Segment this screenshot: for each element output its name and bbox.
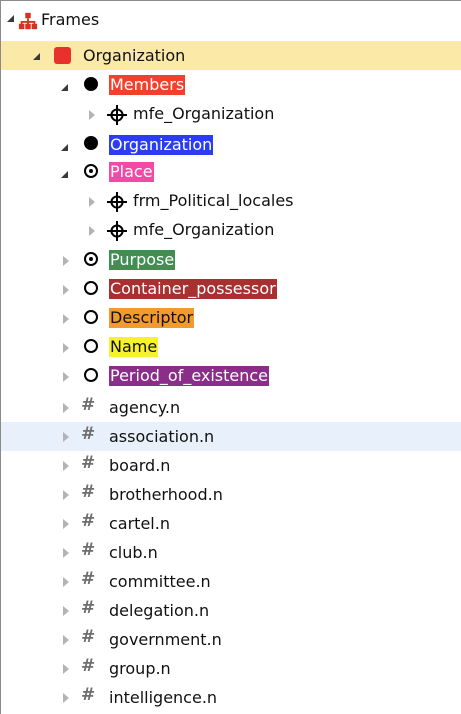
tree-node-lexical-unit[interactable]: # board.n — [1, 451, 461, 480]
tree-node-label: Organization — [83, 46, 186, 65]
tree-node-label: club.n — [109, 543, 158, 562]
tree-node-lexical-unit[interactable]: # agency.n — [1, 393, 461, 422]
expand-toggle[interactable] — [63, 403, 69, 413]
hash-icon: # — [81, 482, 96, 502]
expand-toggle[interactable] — [63, 635, 69, 645]
hollow-circle-icon — [84, 339, 98, 353]
hash-icon: # — [81, 685, 96, 705]
hash-icon: # — [81, 569, 96, 589]
tree-node-label: Organization — [109, 135, 214, 155]
tree-node-label: Members — [109, 75, 186, 95]
hash-icon: # — [81, 627, 96, 647]
tree-node-lexical-unit[interactable]: # intelligence.n — [1, 683, 461, 712]
tree-node-lexical-unit[interactable]: # committee.n — [1, 567, 461, 596]
tree-node-lexical-unit[interactable]: # group.n — [1, 654, 461, 683]
expand-toggle[interactable] — [63, 577, 69, 587]
expand-toggle[interactable] — [63, 693, 69, 703]
tree-node-label: committee.n — [109, 572, 211, 591]
tree-node-purpose[interactable]: Purpose — [1, 246, 461, 275]
tree-node-label: cartel.n — [109, 514, 170, 533]
tree-node-frm-political-locales[interactable]: frm_Political_locales — [1, 187, 461, 216]
tree-node-label: Purpose — [109, 250, 176, 270]
tree-node-label: frm_Political_locales — [133, 191, 294, 210]
tree-node-container-possessor[interactable]: Container_possessor — [1, 275, 461, 304]
expand-toggle[interactable] — [63, 432, 69, 442]
tree-node-place[interactable]: Place — [1, 158, 461, 187]
expand-toggle[interactable] — [33, 53, 40, 60]
tree-node-label: brotherhood.n — [109, 485, 223, 504]
tree-node-label: Place — [109, 162, 154, 182]
expand-toggle[interactable] — [63, 256, 69, 266]
hash-icon: # — [81, 656, 96, 676]
tree-node-descriptor[interactable]: Descriptor — [1, 304, 461, 333]
expand-toggle[interactable] — [63, 372, 69, 382]
expand-toggle[interactable] — [63, 490, 69, 500]
tree-node-label: Frames — [41, 10, 100, 29]
expand-toggle[interactable] — [63, 461, 69, 471]
filled-circle-icon — [84, 77, 98, 91]
tree-node-label: delegation.n — [109, 601, 210, 620]
tree-node-label: association.n — [109, 427, 215, 446]
tree-node-label: Container_possessor — [109, 279, 277, 299]
tree-node-lexical-unit[interactable]: # government.n — [1, 625, 461, 654]
tree-node-label: agency.n — [109, 398, 181, 417]
crosshair-icon — [107, 105, 127, 125]
tree-node-label: government.n — [109, 630, 222, 649]
tree-node-members[interactable]: Members — [1, 71, 461, 100]
expand-toggle[interactable] — [63, 606, 69, 616]
tree-node-label: mfe_Organization — [133, 220, 275, 239]
tree-node-lexical-unit[interactable]: # club.n — [1, 538, 461, 567]
circle-dot-icon — [84, 252, 98, 266]
hash-icon: # — [81, 511, 96, 531]
hash-icon: # — [81, 540, 96, 560]
hash-icon: # — [81, 395, 96, 415]
tree-node-label: mfe_Organization — [133, 104, 275, 123]
tree-node-name[interactable]: Name — [1, 333, 461, 362]
tree-node-mfe-organization[interactable]: mfe_Organization — [1, 216, 461, 245]
expand-toggle[interactable] — [63, 314, 69, 324]
tree-node-organization-element[interactable]: Organization — [1, 130, 461, 159]
tree-node-label: group.n — [109, 659, 171, 678]
crosshair-icon — [107, 221, 127, 241]
tree-node-lexical-unit[interactable]: # brotherhood.n — [1, 480, 461, 509]
expand-toggle[interactable] — [63, 343, 69, 353]
expand-toggle[interactable] — [89, 226, 95, 236]
tree-node-label: intelligence.n — [109, 688, 218, 707]
tree-node-label: board.n — [109, 456, 171, 475]
hollow-circle-icon — [84, 310, 98, 324]
tree-node-mfe-organization[interactable]: mfe_Organization — [1, 100, 461, 129]
expand-toggle[interactable] — [89, 197, 95, 207]
tree-node-period-of-existence[interactable]: Period_of_existence — [1, 362, 461, 391]
tree-node-lexical-unit[interactable]: # cartel.n — [1, 509, 461, 538]
expand-toggle[interactable] — [61, 171, 68, 178]
expand-toggle[interactable] — [61, 84, 68, 91]
filled-circle-icon — [84, 136, 98, 150]
tree-node-label: Descriptor — [109, 308, 195, 328]
red-square-icon — [54, 47, 71, 64]
crosshair-icon — [107, 192, 127, 212]
hash-icon: # — [81, 424, 96, 444]
expand-toggle[interactable] — [63, 664, 69, 674]
tree-node-label: Period_of_existence — [109, 366, 270, 386]
tree-node-frames[interactable]: Frames — [1, 6, 461, 35]
circle-dot-icon — [84, 164, 98, 178]
expand-toggle[interactable] — [63, 519, 69, 529]
hollow-circle-icon — [84, 281, 98, 295]
expand-toggle[interactable] — [61, 144, 68, 151]
frames-hierarchy-icon — [18, 12, 38, 30]
hash-icon: # — [81, 598, 96, 618]
expand-toggle[interactable] — [63, 548, 69, 558]
expand-toggle[interactable] — [89, 110, 95, 120]
hollow-circle-icon — [84, 368, 98, 382]
hash-icon: # — [81, 453, 96, 473]
tree-node-lexical-unit[interactable]: # association.n — [1, 422, 461, 451]
expand-toggle[interactable] — [7, 15, 14, 22]
tree-node-organization-frame[interactable]: Organization — [1, 41, 461, 70]
frame-tree: Frames Organization Members mfe_Organiza… — [0, 0, 461, 714]
expand-toggle[interactable] — [63, 285, 69, 295]
tree-node-lexical-unit[interactable]: # delegation.n — [1, 596, 461, 625]
tree-node-label: Name — [109, 337, 159, 357]
